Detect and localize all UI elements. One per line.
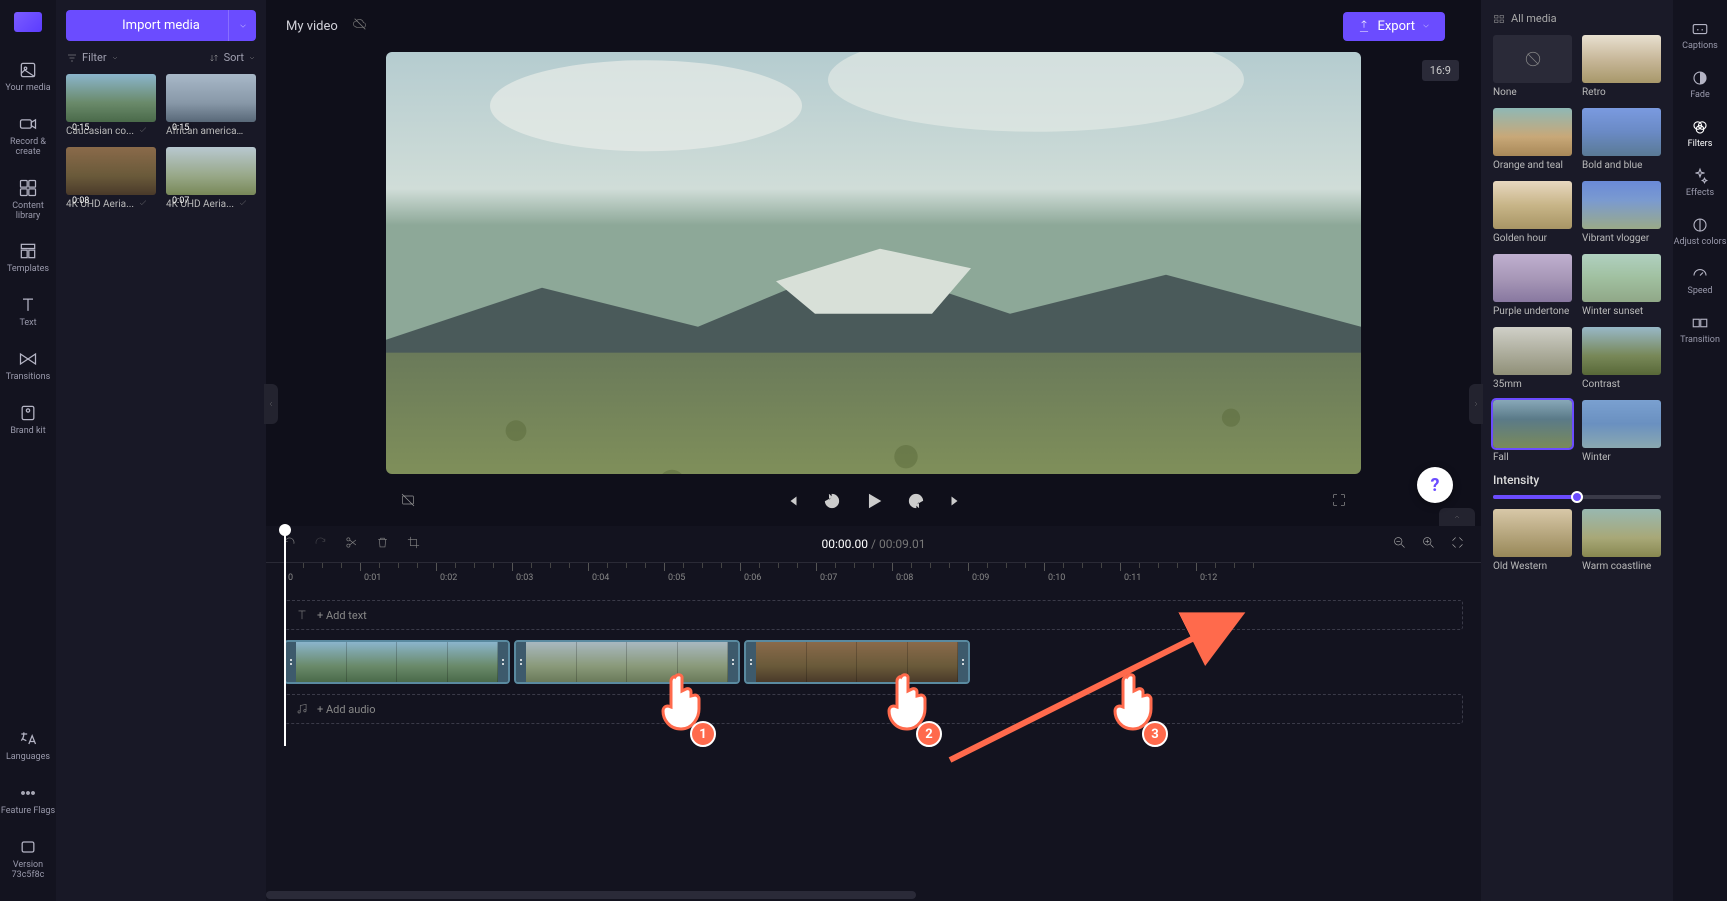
- right-tools-rail: Captions Fade Filters Effects Adjust col…: [1673, 0, 1727, 901]
- clip-3[interactable]: [744, 640, 970, 684]
- nav-content-library[interactable]: Content library: [0, 168, 56, 232]
- filter-contrast[interactable]: Contrast: [1582, 327, 1661, 390]
- tool-filters[interactable]: Filters: [1673, 110, 1727, 157]
- split-icon[interactable]: [344, 535, 359, 554]
- filter-35mm[interactable]: 35mm: [1493, 327, 1572, 390]
- filter-winter[interactable]: Winter: [1582, 400, 1661, 463]
- nav-feature-flags[interactable]: Feature Flags: [0, 773, 56, 827]
- annotation-cursor-3: 3: [1102, 667, 1162, 741]
- nav-templates[interactable]: Templates: [0, 231, 56, 285]
- nav-text[interactable]: Text: [0, 285, 56, 339]
- nav-record-create[interactable]: Record & create: [0, 104, 56, 168]
- media-item[interactable]: 0:08 4K UHD Aeria...: [66, 147, 156, 210]
- tool-transition[interactable]: Transition: [1673, 306, 1727, 353]
- play-icon[interactable]: [863, 490, 885, 516]
- media-item[interactable]: 0:07 4K UHD Aeria...: [166, 147, 256, 210]
- help-button[interactable]: ?: [1417, 467, 1453, 503]
- redo-icon[interactable]: [313, 535, 328, 554]
- audio-track[interactable]: + Add audio: [284, 694, 1463, 724]
- filter-vibrant-vlogger[interactable]: Vibrant vlogger: [1582, 181, 1661, 244]
- nav-transitions[interactable]: Transitions: [0, 339, 56, 393]
- filters-panel: All media None Retro Orange and teal Bol…: [1481, 0, 1673, 901]
- filter-old-western[interactable]: Old Western: [1493, 509, 1572, 572]
- filter-purple-undertone[interactable]: Purple undertone: [1493, 254, 1572, 317]
- fullscreen-icon[interactable]: [1331, 492, 1347, 512]
- collapse-panel-handle[interactable]: [1439, 508, 1475, 526]
- tool-captions[interactable]: Captions: [1673, 12, 1727, 59]
- panel-scope-selector[interactable]: All media: [1493, 12, 1661, 25]
- collapse-right-handle[interactable]: [1469, 384, 1483, 424]
- filter-warm-coastline[interactable]: Warm coastline: [1582, 509, 1661, 572]
- filter-golden-hour[interactable]: Golden hour: [1493, 181, 1572, 244]
- sort-button[interactable]: Sort: [208, 51, 256, 64]
- delete-icon[interactable]: [375, 535, 390, 554]
- timeline-scrollbar[interactable]: [266, 891, 916, 899]
- app-logo: [14, 12, 42, 32]
- import-media-button[interactable]: Import media: [66, 10, 256, 41]
- nav-your-media[interactable]: Your media: [0, 50, 56, 104]
- video-preview[interactable]: [386, 52, 1361, 474]
- nav-languages[interactable]: Languages: [0, 719, 56, 773]
- zoom-in-icon[interactable]: [1421, 535, 1436, 554]
- preview-area: My video Export 16:9: [266, 0, 1481, 526]
- filter-retro[interactable]: Retro: [1582, 35, 1661, 98]
- tool-effects[interactable]: Effects: [1673, 159, 1727, 206]
- filter-fall[interactable]: Fall: [1493, 400, 1572, 463]
- annotation-cursor-2: 2: [876, 667, 936, 741]
- tool-fade[interactable]: Fade: [1673, 61, 1727, 108]
- playback-controls: [266, 490, 1481, 516]
- annotation-cursor-1: 1: [650, 667, 710, 741]
- filter-bold-blue[interactable]: Bold and blue: [1582, 108, 1661, 171]
- crop-icon[interactable]: [406, 535, 421, 554]
- nav-version[interactable]: Version 73c5f8c: [0, 827, 56, 891]
- tool-adjust-colors[interactable]: Adjust colors: [1673, 208, 1727, 255]
- text-track[interactable]: + Add text: [284, 600, 1463, 630]
- filter-none[interactable]: None: [1493, 35, 1572, 98]
- filter-orange-teal[interactable]: Orange and teal: [1493, 108, 1572, 171]
- media-item[interactable]: 0:15 Caucasian co...: [66, 74, 156, 137]
- zoom-out-icon[interactable]: [1392, 535, 1407, 554]
- tool-speed[interactable]: Speed: [1673, 257, 1727, 304]
- intensity-slider[interactable]: [1493, 495, 1661, 499]
- import-chevron-icon[interactable]: [228, 10, 256, 41]
- skip-back-icon[interactable]: [783, 492, 801, 514]
- rewind-icon[interactable]: [823, 492, 841, 514]
- intensity-control: Intensity: [1493, 473, 1661, 499]
- filter-button[interactable]: Filter: [66, 51, 119, 64]
- video-track: [284, 640, 1463, 684]
- media-panel: Import media Filter Sort 0:15 Caucasian …: [56, 0, 266, 901]
- annotation-arrow: [940, 600, 1260, 770]
- video-title[interactable]: My video: [286, 19, 338, 34]
- fit-icon[interactable]: [1450, 535, 1465, 554]
- nav-brand-kit[interactable]: Brand kit: [0, 393, 56, 447]
- clip-1[interactable]: [284, 640, 510, 684]
- timeline-area: 00:00.00 / 00:09.01 00:010:020:030:040:0…: [266, 526, 1481, 901]
- timeline-ruler[interactable]: 00:010:020:030:040:050:060:070:080:090:1…: [266, 562, 1481, 588]
- export-button[interactable]: Export: [1343, 12, 1445, 41]
- aspect-ratio-badge[interactable]: 16:9: [1422, 60, 1459, 81]
- timeline-timestamp: 00:00.00 / 00:09.01: [821, 537, 925, 551]
- skip-forward-icon[interactable]: [947, 492, 965, 514]
- filter-winter-sunset[interactable]: Winter sunset: [1582, 254, 1661, 317]
- playhead[interactable]: [284, 526, 286, 746]
- collapse-left-handle[interactable]: [264, 384, 278, 424]
- left-nav-rail: Your media Record & create Content libra…: [0, 0, 56, 901]
- media-item[interactable]: 0:15 African american...: [166, 74, 256, 137]
- cloud-sync-icon: [352, 16, 368, 36]
- forward-icon[interactable]: [907, 492, 925, 514]
